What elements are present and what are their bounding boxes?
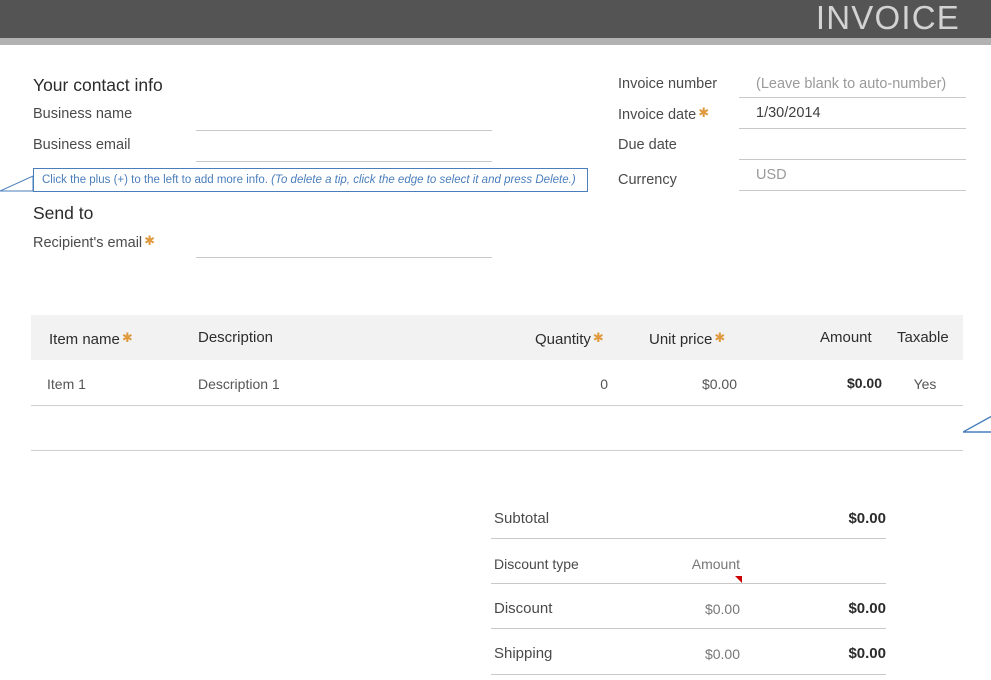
required-star-icon: ✱ bbox=[121, 330, 133, 345]
totals-divider bbox=[491, 674, 886, 675]
invoice-number-label-text: Invoice number bbox=[618, 76, 718, 92]
column-header-unit-price-text: Unit price bbox=[649, 331, 713, 348]
cell-taxable: Yes bbox=[913, 376, 937, 392]
table-row-divider bbox=[31, 405, 963, 406]
business-name-label: Business name bbox=[33, 106, 132, 122]
cell-item-name: Item 1 bbox=[47, 376, 86, 392]
shipping-label: Shipping bbox=[494, 645, 553, 662]
invoice-date-label: Invoice date ✱ bbox=[618, 105, 709, 123]
due-date-label: Due date bbox=[618, 137, 677, 153]
column-header-taxable-text: Taxable bbox=[897, 329, 949, 346]
cell-unit-price: $0.00 bbox=[701, 376, 737, 392]
required-star-icon: ✱ bbox=[714, 330, 726, 345]
column-header-quantity-text: Quantity bbox=[535, 331, 591, 348]
invoice-number-input[interactable] bbox=[739, 97, 966, 98]
subtotal-label: Subtotal bbox=[494, 510, 550, 527]
cell-amount: $0.00 bbox=[846, 375, 882, 391]
required-star-icon: ✱ bbox=[144, 233, 156, 248]
shipping-amount: $0.00 bbox=[848, 645, 886, 662]
column-header-item-name: Item name ✱ bbox=[49, 315, 133, 362]
business-email-label-text: Business email bbox=[33, 137, 131, 153]
invoice-date-label-text: Invoice date bbox=[618, 107, 697, 123]
invoice-date-input[interactable] bbox=[739, 128, 966, 129]
currency-value: USD bbox=[756, 167, 787, 183]
currency-input[interactable] bbox=[739, 190, 966, 191]
business-name-label-text: Business name bbox=[33, 106, 133, 122]
totals-divider bbox=[491, 538, 886, 539]
due-date-label-text: Due date bbox=[618, 137, 677, 153]
discount-type-value[interactable]: Amount bbox=[620, 556, 740, 572]
business-email-input[interactable] bbox=[196, 161, 492, 162]
totals-divider bbox=[491, 628, 886, 629]
tip-callout[interactable]: Click the plus (+) to the left to add mo… bbox=[33, 168, 588, 192]
column-header-amount-text: Amount bbox=[820, 329, 872, 346]
page-title: INVOICE bbox=[815, 0, 960, 36]
table-bottom-divider bbox=[31, 450, 963, 451]
column-header-unit-price: Unit price ✱ bbox=[649, 315, 725, 362]
invoice-number-value: (Leave blank to auto-number) bbox=[756, 76, 947, 92]
discount-label: Discount bbox=[494, 600, 553, 617]
send-to-section-title: Send to bbox=[33, 203, 94, 223]
cell-quantity: 0 bbox=[600, 376, 608, 392]
comment-marker-icon bbox=[735, 576, 742, 583]
recipient-email-input[interactable] bbox=[196, 257, 492, 258]
business-name-input[interactable] bbox=[196, 130, 492, 131]
invoice-number-label: Invoice number bbox=[618, 76, 717, 92]
required-star-icon: ✱ bbox=[698, 105, 710, 120]
discount-amount: $0.00 bbox=[848, 600, 886, 617]
discount-value[interactable]: $0.00 bbox=[620, 601, 740, 617]
required-star-icon: ✱ bbox=[592, 330, 604, 345]
tip-text-plain: Click the plus (+) to the left to add mo… bbox=[42, 174, 272, 186]
business-email-label: Business email bbox=[33, 137, 131, 153]
discount-type-label: Discount type bbox=[494, 556, 579, 572]
shipping-value[interactable]: $0.00 bbox=[620, 646, 740, 662]
subtotal-amount: $0.00 bbox=[848, 510, 886, 527]
tip-callout-tail bbox=[0, 175, 34, 192]
recipient-email-label: Recipient's email ✱ bbox=[33, 233, 155, 251]
currency-label: Currency bbox=[618, 172, 677, 188]
column-header-description: Description bbox=[198, 315, 273, 360]
header-accent-strip bbox=[0, 38, 991, 45]
contact-section-title: Your contact info bbox=[33, 75, 163, 95]
column-header-description-text: Description bbox=[198, 329, 274, 346]
recipient-email-label-text: Recipient's email bbox=[33, 235, 143, 251]
column-header-item-name-text: Item name bbox=[49, 331, 120, 348]
due-date-input[interactable] bbox=[739, 159, 966, 160]
column-header-taxable: Taxable bbox=[897, 315, 949, 360]
tip-text-italic: (To delete a tip, click the edge to sele… bbox=[271, 174, 576, 186]
tip-callout-right-tail bbox=[963, 415, 991, 433]
totals-divider bbox=[491, 583, 886, 584]
items-table-header: Item name ✱ Description Quantity ✱ Unit pr… bbox=[31, 315, 963, 360]
cell-description: Description 1 bbox=[198, 376, 280, 392]
column-header-quantity: Quantity ✱ bbox=[535, 315, 604, 362]
invoice-date-value: 1/30/2014 bbox=[756, 105, 821, 121]
column-header-amount: Amount bbox=[820, 315, 872, 360]
currency-label-text: Currency bbox=[618, 172, 677, 188]
invoice-header-bar: INVOICE bbox=[0, 0, 991, 38]
